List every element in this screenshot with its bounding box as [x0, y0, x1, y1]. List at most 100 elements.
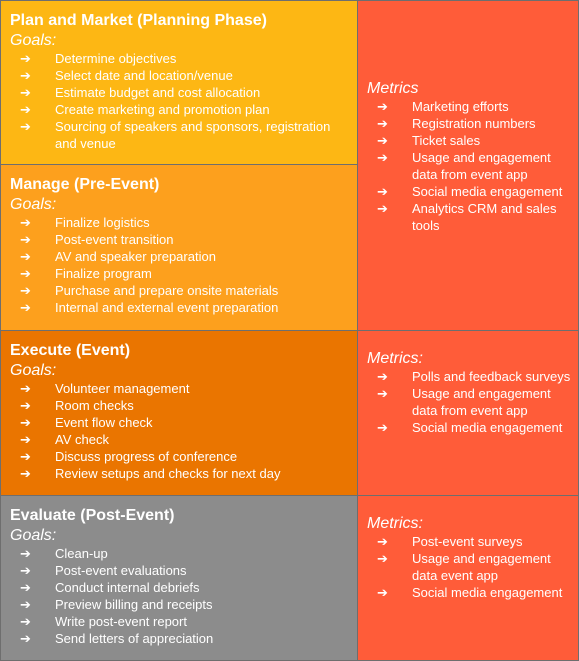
arrow-right-icon: ➔ — [20, 614, 31, 629]
arrow-right-icon: ➔ — [377, 116, 388, 131]
arrow-right-icon: ➔ — [20, 398, 31, 413]
phase-title: Evaluate (Post-Event) — [10, 507, 175, 524]
metrics-label: Metrics: — [367, 515, 423, 532]
phase-title: Plan and Market (Planning Phase) — [10, 12, 267, 29]
list-item: ➔ Create marketing and promotion plan — [10, 101, 349, 118]
arrow-right-icon: ➔ — [20, 232, 31, 247]
goals-list: ➔ Volunteer management ➔ Room checks ➔ Event … — [10, 380, 349, 482]
goals-list: ➔ Determine objectives ➔ Select date and lo… — [10, 50, 349, 152]
arrow-right-icon: ➔ — [377, 386, 388, 401]
arrow-right-icon: ➔ — [377, 133, 388, 148]
list-item: ➔ Determine objectives — [10, 50, 349, 67]
arrow-right-icon: ➔ — [20, 283, 31, 298]
list-item: ➔ Post-event surveys — [367, 533, 572, 550]
goals-label: Goals: — [10, 32, 57, 49]
goals-label: Goals: — [10, 527, 57, 544]
arrow-right-icon: ➔ — [20, 466, 31, 481]
list-item: ➔ Review setups and checks for next day — [10, 465, 349, 482]
list-item-text: Select date and location/venue — [55, 68, 233, 83]
list-item-text: Post-event surveys — [412, 534, 523, 549]
metrics-list: ➔ Polls and feedback surveys ➔ Usage and en… — [367, 368, 572, 436]
arrow-right-icon: ➔ — [377, 534, 388, 549]
list-item-text: Determine objectives — [55, 51, 177, 66]
goals-label: Goals: — [10, 362, 57, 379]
phase-title: Manage (Pre-Event) — [10, 176, 160, 193]
arrow-right-icon: ➔ — [20, 300, 31, 315]
list-item: ➔ Write post-event report — [10, 613, 349, 630]
list-item: ➔ Registration numbers — [367, 115, 572, 132]
list-item: ➔ Conduct internal debriefs — [10, 579, 349, 596]
list-item: ➔ Finalize logistics — [10, 214, 349, 231]
list-item-text: Room checks — [55, 398, 134, 413]
arrow-right-icon: ➔ — [20, 432, 31, 447]
arrow-right-icon: ➔ — [20, 68, 31, 83]
list-item: ➔ Room checks — [10, 397, 349, 414]
event-planning-table: Plan and Market (Planning Phase) Goals: … — [0, 0, 579, 661]
metrics-event-cell: Metrics: ➔ Polls and feedback surveys ➔ Usa… — [357, 330, 579, 496]
list-item: ➔ Usage and engagement data event app — [367, 550, 572, 584]
metrics-post-event-cell: Metrics: ➔ Post-event surveys ➔ Usage and e… — [357, 495, 579, 661]
list-item: ➔ Discuss progress of conference — [10, 448, 349, 465]
list-item: ➔ Ticket sales — [367, 132, 572, 149]
arrow-right-icon: ➔ — [20, 415, 31, 430]
list-item-text: Internal and external event preparation — [55, 300, 279, 315]
list-item-text: Social media engagement — [412, 420, 563, 435]
arrow-right-icon: ➔ — [377, 551, 388, 566]
list-item-text: Post-event evaluations — [55, 563, 187, 578]
list-item: ➔ Analytics CRM and sales tools — [367, 200, 572, 234]
list-item: ➔ Post-event transition — [10, 231, 349, 248]
arrow-right-icon: ➔ — [20, 266, 31, 281]
list-item-text: Finalize program — [55, 266, 152, 281]
list-item: ➔ AV check — [10, 431, 349, 448]
list-item-text: Event flow check — [55, 415, 153, 430]
arrow-right-icon: ➔ — [20, 597, 31, 612]
arrow-right-icon: ➔ — [377, 150, 388, 165]
arrow-right-icon: ➔ — [20, 51, 31, 66]
list-item: ➔ Preview billing and receipts — [10, 596, 349, 613]
list-item-text: Usage and engagement data from event app — [412, 386, 551, 418]
arrow-right-icon: ➔ — [20, 563, 31, 578]
arrow-right-icon: ➔ — [20, 119, 31, 134]
list-item-text: Analytics CRM and sales tools — [412, 201, 557, 233]
list-item-text: Usage and engagement data from event app — [412, 150, 551, 182]
metrics-label: Metrics — [367, 80, 419, 97]
list-item: ➔ Polls and feedback surveys — [367, 368, 572, 385]
arrow-right-icon: ➔ — [20, 215, 31, 230]
arrow-right-icon: ➔ — [377, 369, 388, 384]
phase-evaluate-cell: Evaluate (Post-Event) Goals: ➔ Clean-up ➔ P… — [0, 495, 358, 661]
list-item: ➔ Social media engagement — [367, 183, 572, 200]
phase-execute-cell: Execute (Event) Goals: ➔ Volunteer manage… — [0, 330, 358, 496]
list-item: ➔ Usage and engagement data from event ap… — [367, 149, 572, 183]
list-item-text: Marketing efforts — [412, 99, 509, 114]
list-item: ➔ Purchase and prepare onsite materials — [10, 282, 349, 299]
list-item-text: Purchase and prepare onsite materials — [55, 283, 279, 298]
arrow-right-icon: ➔ — [20, 381, 31, 396]
arrow-right-icon: ➔ — [20, 449, 31, 464]
arrow-right-icon: ➔ — [20, 102, 31, 117]
goals-list: ➔ Finalize logistics ➔ Post-event transitio… — [10, 214, 349, 316]
arrow-right-icon: ➔ — [377, 420, 388, 435]
phase-title: Execute (Event) — [10, 342, 131, 359]
list-item: ➔ Internal and external event preparation — [10, 299, 349, 316]
list-item-text: Estimate budget and cost allocation — [55, 85, 261, 100]
list-item: ➔ Post-event evaluations — [10, 562, 349, 579]
metrics-planning-cell: Metrics ➔ Marketing efforts ➔ Registration … — [357, 0, 579, 331]
list-item: ➔ Sourcing of speakers and sponsors, regi… — [10, 118, 349, 152]
list-item-text: Write post-event report — [55, 614, 187, 629]
arrow-right-icon: ➔ — [377, 585, 388, 600]
list-item-text: Discuss progress of conference — [55, 449, 238, 464]
list-item-text: Ticket sales — [412, 133, 481, 148]
goals-label: Goals: — [10, 196, 57, 213]
phase-plan-cell: Plan and Market (Planning Phase) Goals: … — [0, 0, 358, 165]
list-item: ➔ Select date and location/venue — [10, 67, 349, 84]
list-item-text: Create marketing and promotion plan — [55, 102, 270, 117]
list-item: ➔ Estimate budget and cost allocation — [10, 84, 349, 101]
list-item: ➔ Finalize program — [10, 265, 349, 282]
list-item-text: Post-event transition — [55, 232, 174, 247]
arrow-right-icon: ➔ — [20, 546, 31, 561]
list-item: ➔ Marketing efforts — [367, 98, 572, 115]
list-item: ➔ Event flow check — [10, 414, 349, 431]
list-item-text: Send letters of appreciation — [55, 631, 214, 646]
list-item-text: Conduct internal debriefs — [55, 580, 200, 595]
list-item: ➔ Social media engagement — [367, 419, 572, 436]
